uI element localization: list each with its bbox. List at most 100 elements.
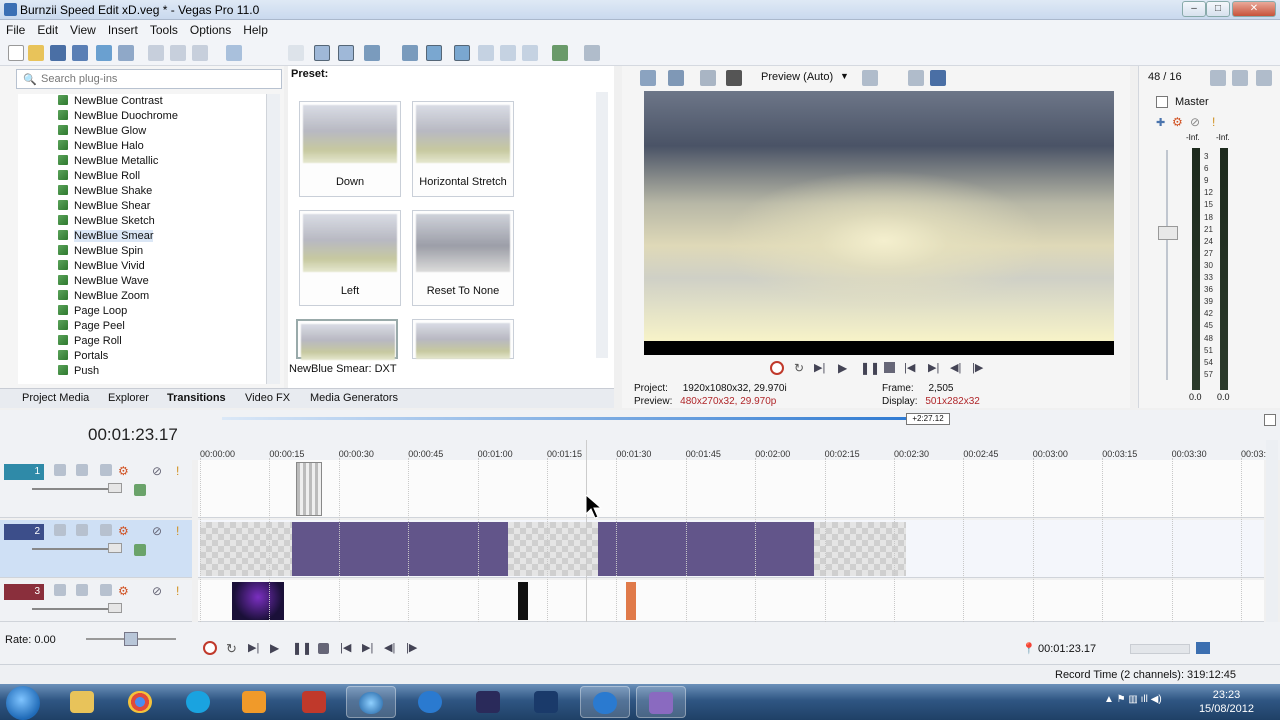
trim-icon[interactable]: [500, 45, 516, 61]
explorer-taskbar-button[interactable]: [58, 686, 108, 718]
track-header-2[interactable]: 2 ⚙ ⊘ !: [0, 520, 192, 578]
tree-item[interactable]: Portals: [58, 350, 108, 365]
track-header-3[interactable]: 3 ⚙ ⊘ !: [0, 580, 192, 622]
save-as-icon[interactable]: [72, 45, 88, 61]
video-clip[interactable]: [232, 582, 284, 620]
tree-item[interactable]: NewBlue Vivid: [58, 260, 145, 275]
master-fader-knob[interactable]: [1158, 226, 1178, 240]
preview-quality-dropdown[interactable]: Preview (Auto): [761, 71, 833, 83]
track-header-1[interactable]: 1 ⚙ ⊘ !: [0, 460, 192, 518]
taskbar-clock[interactable]: 23:23 15/08/2012: [1199, 688, 1254, 716]
tray-icons[interactable]: ▲ ⚑ ▥ ıll ◀): [1104, 694, 1162, 705]
menu-insert[interactable]: Insert: [102, 20, 144, 37]
mute-icon[interactable]: ⊘: [1190, 115, 1200, 129]
copy-snapshot-icon[interactable]: [908, 70, 924, 86]
tree-item[interactable]: NewBlue Glow: [58, 125, 146, 140]
plugin-tree-scrollbar[interactable]: [266, 94, 280, 384]
close-button[interactable]: ✕: [1232, 1, 1276, 17]
tree-item[interactable]: Page Loop: [58, 305, 127, 320]
tree-item[interactable]: NewBlue Sketch: [58, 215, 155, 230]
preset-left[interactable]: Left: [299, 210, 401, 306]
menu-tools[interactable]: Tools: [144, 20, 184, 37]
preview-fx-icon[interactable]: [700, 70, 716, 86]
menu-edit[interactable]: Edit: [31, 20, 64, 37]
solo-icon[interactable]: !: [176, 524, 188, 538]
menu-file[interactable]: File: [0, 20, 31, 37]
chrome-taskbar-button[interactable]: [116, 686, 166, 718]
track-motion-icon[interactable]: [76, 464, 88, 476]
tree-item[interactable]: NewBlue Shake: [58, 185, 152, 200]
preset-down[interactable]: Down: [299, 101, 401, 197]
go-to-end-icon[interactable]: ▶|: [928, 361, 939, 374]
mute-icon[interactable]: ⊘: [152, 524, 164, 538]
skype-taskbar-button[interactable]: [174, 686, 224, 718]
track-fx-icon[interactable]: [100, 464, 112, 476]
chevron-down-icon[interactable]: ▼: [840, 71, 849, 81]
itunes-2-taskbar-button[interactable]: [580, 686, 630, 718]
track-1-lane[interactable]: [198, 460, 1264, 518]
overlays-icon[interactable]: [862, 70, 878, 86]
gear-icon[interactable]: ⚙: [118, 464, 130, 478]
redo-icon[interactable]: [288, 45, 304, 61]
generic-taskbar-button[interactable]: [636, 686, 686, 718]
windows-start-button[interactable]: [6, 686, 40, 720]
search-plugins-input[interactable]: 🔍 Search plug-ins: [16, 69, 282, 89]
preset-horizontal-stretch[interactable]: Horizontal Stretch: [412, 101, 514, 197]
mute-icon[interactable]: ⊘: [152, 584, 164, 598]
tree-item[interactable]: NewBlue Metallic: [58, 155, 158, 170]
tree-item[interactable]: NewBlue Spin: [58, 245, 143, 260]
after-effects-taskbar-button[interactable]: [464, 686, 514, 718]
tree-item[interactable]: NewBlue Duochrome: [58, 110, 178, 125]
fx-chain-icon[interactable]: ✚: [1156, 116, 1165, 129]
track-3-lane[interactable]: [198, 580, 1264, 622]
gear-icon[interactable]: ⚙: [118, 524, 130, 538]
open-folder-icon[interactable]: [28, 45, 44, 61]
video-clip[interactable]: [508, 522, 598, 576]
video-clip[interactable]: [296, 462, 322, 516]
new-file-icon[interactable]: [8, 45, 24, 61]
track-level-knob[interactable]: [108, 603, 122, 613]
minimize-button[interactable]: –: [1182, 1, 1206, 17]
marker-bar-icon[interactable]: [1264, 414, 1276, 426]
rate-slider-knob[interactable]: [124, 632, 138, 646]
tab-media-generators[interactable]: Media Generators: [310, 392, 398, 404]
mute-icon[interactable]: ⊘: [152, 464, 164, 478]
gear-icon[interactable]: ⚙: [118, 584, 130, 598]
master-checkbox[interactable]: [1156, 96, 1168, 108]
lock-envelopes-icon[interactable]: [402, 45, 418, 61]
loop-end-marker[interactable]: +2:27.12: [906, 413, 950, 425]
video-clip[interactable]: [292, 522, 508, 576]
preset-partial[interactable]: [296, 319, 398, 360]
split-screen-icon[interactable]: [726, 70, 742, 86]
media-player-taskbar-button[interactable]: [230, 686, 280, 718]
vegas-taskbar-button[interactable]: [346, 686, 396, 718]
tree-item-selected[interactable]: NewBlue Smear: [58, 230, 154, 245]
tab-video-fx[interactable]: Video FX: [245, 392, 290, 404]
timeline-ruler[interactable]: 00:00:00 00:00:15 00:00:30 00:00:45 00:01:00…: [200, 440, 1276, 459]
bypass-motion-blur-icon[interactable]: [54, 524, 66, 536]
bypass-motion-blur-icon[interactable]: [54, 464, 66, 476]
copy-icon[interactable]: [170, 45, 186, 61]
split-icon[interactable]: [478, 45, 494, 61]
track-fx-icon[interactable]: [100, 584, 112, 596]
tree-item[interactable]: NewBlue Zoom: [58, 290, 149, 305]
save-icon[interactable]: [50, 45, 66, 61]
ripple-edit-icon[interactable]: [364, 45, 380, 61]
previous-frame-icon[interactable]: ◀|: [384, 641, 398, 655]
tab-transitions[interactable]: Transitions: [167, 392, 226, 404]
help-pointer-icon[interactable]: [584, 45, 600, 61]
go-to-start-icon[interactable]: |◀: [904, 361, 915, 374]
go-to-start-icon[interactable]: |◀: [340, 641, 354, 655]
loop-icon[interactable]: ↻: [226, 641, 240, 656]
photoshop-taskbar-button[interactable]: [522, 686, 572, 718]
stop-icon[interactable]: [884, 362, 895, 373]
playhead[interactable]: [586, 440, 587, 622]
previous-frame-icon[interactable]: ◀|: [950, 361, 961, 374]
paste-icon[interactable]: [192, 45, 208, 61]
tree-item[interactable]: Page Roll: [58, 335, 122, 350]
grid-icon[interactable]: [1196, 642, 1210, 654]
tree-item[interactable]: NewBlue Halo: [58, 140, 144, 155]
gear-icon[interactable]: ⚙: [1172, 115, 1183, 129]
track-fx-icon[interactable]: [100, 524, 112, 536]
loop-region-bar[interactable]: [222, 417, 906, 420]
